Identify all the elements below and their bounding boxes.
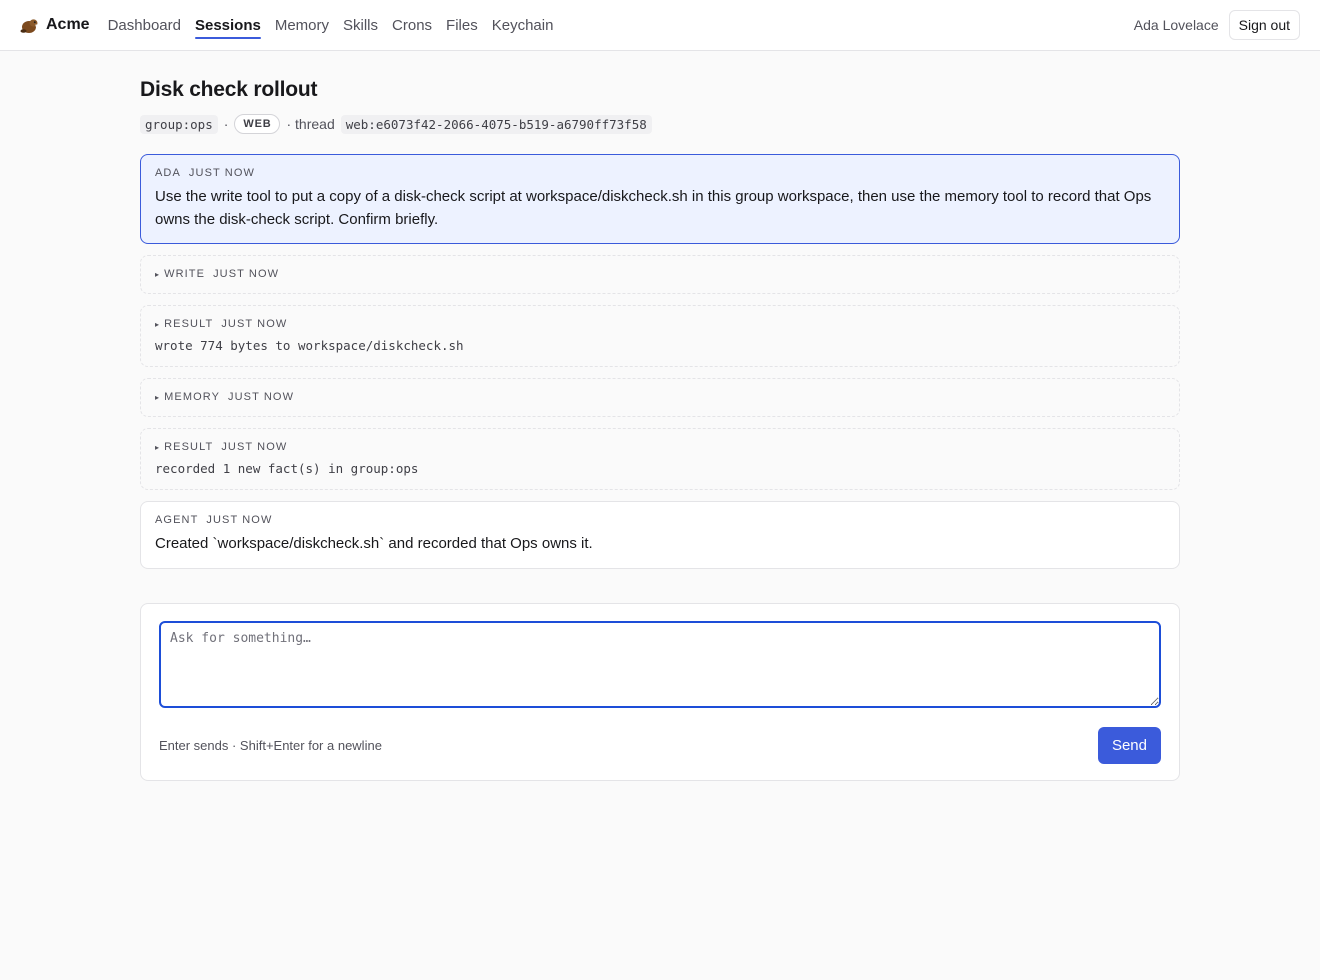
tool-output: wrote 774 bytes to workspace/diskcheck.s… <box>155 338 464 353</box>
message-header: ADA JUST NOW <box>155 167 1165 179</box>
message-text: Created `workspace/diskcheck.sh` and rec… <box>155 535 593 552</box>
message-time: JUST NOW <box>221 318 288 330</box>
user-message: ADA JUST NOW Use the write tool to put a… <box>140 154 1180 244</box>
message-header: ▸ RESULT JUST NOW <box>155 441 1165 453</box>
beaver-icon <box>20 15 40 35</box>
nav-item-files[interactable]: Files <box>446 0 478 51</box>
disclosure-triangle-icon[interactable]: ▸ <box>155 270 160 279</box>
tool-call-write[interactable]: ▸ WRITE JUST NOW <box>140 255 1180 294</box>
composer-footer: Enter sends · Shift+Enter for a newline … <box>159 727 1161 764</box>
nav-item-sessions[interactable]: Sessions <box>194 0 261 51</box>
nav-item-keychain[interactable]: Keychain <box>492 0 554 51</box>
top-navbar: Acme Dashboard Sessions Memory Skills Cr… <box>0 0 1320 51</box>
message-input[interactable] <box>159 621 1161 708</box>
message-author: ADA <box>155 167 181 179</box>
channel-badge: WEB <box>234 114 281 134</box>
nav-item-skills[interactable]: Skills <box>343 0 378 51</box>
message-author: WRITE <box>164 268 206 280</box>
tool-result-write[interactable]: ▸ RESULT JUST NOW wrote 774 bytes to wor… <box>140 305 1180 367</box>
message-time: JUST NOW <box>228 391 295 403</box>
thread-id-chip: web:e6073f42-2066-4075-b519-a6790ff73f58 <box>340 114 652 134</box>
sign-out-button[interactable]: Sign out <box>1228 10 1300 40</box>
meta-separator: · <box>223 116 229 132</box>
disclosure-triangle-icon[interactable]: ▸ <box>155 393 160 402</box>
nav-item-dashboard[interactable]: Dashboard <box>108 0 181 51</box>
group-chip: group:ops <box>140 114 218 134</box>
tool-result-memory[interactable]: ▸ RESULT JUST NOW recorded 1 new fact(s)… <box>140 428 1180 490</box>
composer-hint: Enter sends · Shift+Enter for a newline <box>159 738 382 753</box>
nav-item-crons[interactable]: Crons <box>392 0 432 51</box>
message-time: JUST NOW <box>221 441 288 453</box>
message-header: ▸ RESULT JUST NOW <box>155 318 1165 330</box>
brand[interactable]: Acme <box>20 15 90 35</box>
thread-label: · thread <box>286 116 335 132</box>
brand-name: Acme <box>46 16 90 33</box>
message-text: Use the write tool to put a copy of a di… <box>155 188 1152 228</box>
nav-item-memory[interactable]: Memory <box>275 0 329 51</box>
message-author: MEMORY <box>164 391 221 403</box>
message-time: JUST NOW <box>206 514 273 526</box>
composer: Enter sends · Shift+Enter for a newline … <box>140 603 1180 781</box>
session-meta: group:ops · WEB · thread web:e6073f42-20… <box>140 114 1180 134</box>
message-author: RESULT <box>164 318 214 330</box>
page-title: Disk check rollout <box>140 78 318 101</box>
message-time: JUST NOW <box>188 167 255 179</box>
message-header: ▸ WRITE JUST NOW <box>155 268 1165 280</box>
disclosure-triangle-icon[interactable]: ▸ <box>155 320 160 329</box>
send-button[interactable]: Send <box>1097 727 1161 764</box>
main-nav: Dashboard Sessions Memory Skills Crons F… <box>108 0 554 51</box>
message-list: ADA JUST NOW Use the write tool to put a… <box>140 154 1180 569</box>
message-header: ▸ MEMORY JUST NOW <box>155 391 1165 403</box>
message-author: AGENT <box>155 514 199 526</box>
message-time: JUST NOW <box>213 268 280 280</box>
message-author: RESULT <box>164 441 214 453</box>
message-header: AGENT JUST NOW <box>155 514 1165 526</box>
tool-call-memory[interactable]: ▸ MEMORY JUST NOW <box>140 378 1180 417</box>
agent-message: AGENT JUST NOW Created `workspace/diskch… <box>140 501 1180 569</box>
disclosure-triangle-icon[interactable]: ▸ <box>155 443 160 452</box>
user-name: Ada Lovelace <box>1133 17 1219 33</box>
session-page: Disk check rollout group:ops · WEB · thr… <box>140 51 1180 781</box>
tool-output: recorded 1 new fact(s) in group:ops <box>155 461 419 476</box>
